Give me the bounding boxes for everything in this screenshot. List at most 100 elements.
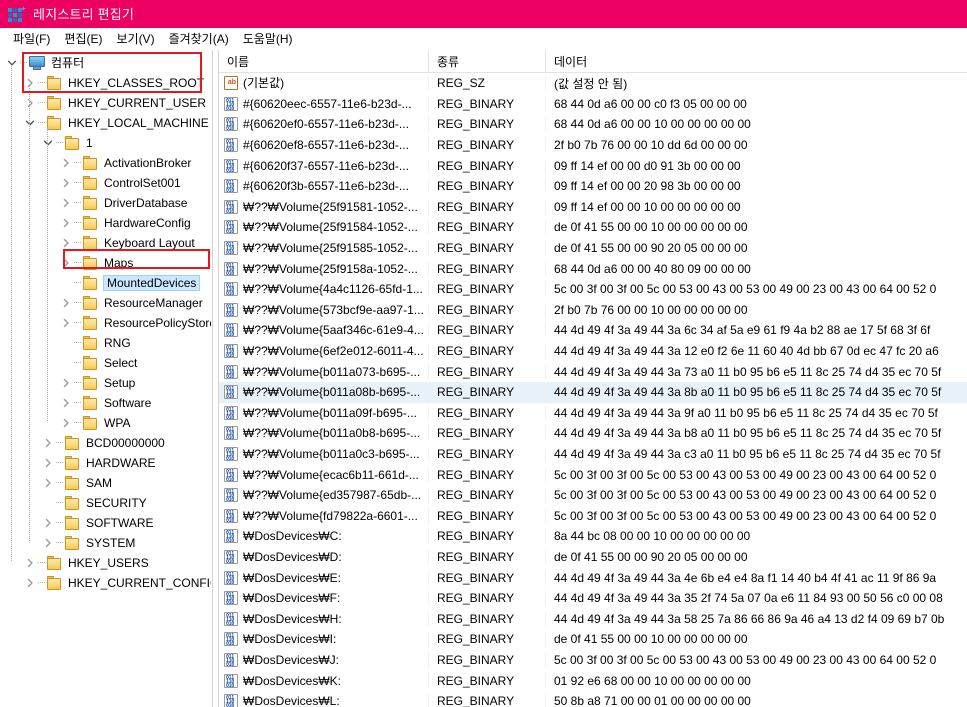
tree-item-bcd00000000[interactable]: BCD00000000 — [0, 433, 211, 453]
tree-item-컴퓨터[interactable]: 컴퓨터 — [0, 53, 211, 73]
menu-favorites[interactable]: 즐겨찾기(A) — [162, 28, 236, 49]
column-header-name[interactable]: 이름 — [219, 50, 429, 73]
registry-values-pane[interactable]: 이름 종류 데이터 ab (기본값) REG_SZ (값 설정 안 됨) 011 110 0… — [219, 50, 967, 707]
value-name-cell[interactable]: 011 110 010 ₩DosDevices₩H: — [219, 611, 429, 626]
value-name-cell[interactable]: 011 110 010 ₩??₩Volume{573bcf9e-aa97-1... — [219, 302, 429, 317]
tree-item-controlset001[interactable]: ControlSet001 — [0, 173, 211, 193]
value-name-cell[interactable]: 011 110 010 ₩DosDevices₩K: — [219, 673, 429, 688]
value-row[interactable]: 011 110 010 ₩??₩Volume{573bcf9e-aa97-1... RE… — [219, 300, 967, 321]
value-name-cell[interactable]: 011 110 010 ₩??₩Volume{b011a0b8-b695-... — [219, 426, 429, 441]
value-name-cell[interactable]: ab (기본값) — [219, 76, 429, 91]
chevron-right-icon[interactable] — [40, 513, 56, 533]
value-name-cell[interactable]: 011 110 010 ₩DosDevices₩F: — [219, 591, 429, 606]
value-row[interactable]: 011 110 010 ₩??₩Volume{b011a073-b695-... REG… — [219, 361, 967, 382]
tree-item-security[interactable]: SECURITY — [0, 493, 211, 513]
chevron-right-icon[interactable] — [58, 253, 74, 273]
value-name-cell[interactable]: 011 110 010 ₩DosDevices₩J: — [219, 652, 429, 667]
tree-item-driverdatabase[interactable]: DriverDatabase — [0, 193, 211, 213]
menu-help[interactable]: 도움말(H) — [236, 28, 300, 49]
value-row[interactable]: 011 110 010 ₩DosDevices₩E: REG_BINARY 44 4d 4… — [219, 567, 967, 588]
chevron-right-icon[interactable] — [22, 553, 38, 573]
menu-view[interactable]: 보기(V) — [109, 28, 161, 49]
value-row[interactable]: 011 110 010 ₩??₩Volume{25f91585-1052-... REG… — [219, 238, 967, 259]
value-row[interactable]: 011 110 010 ₩??₩Volume{fd79822a-6601-... REG… — [219, 505, 967, 526]
tree-item-activationbroker[interactable]: ActivationBroker — [0, 153, 211, 173]
value-name-cell[interactable]: 011 110 010 ₩DosDevices₩D: — [219, 549, 429, 564]
value-name-cell[interactable]: 011 110 010 #{60620f3b-6557-11e6-b23d-... — [219, 179, 429, 194]
value-row[interactable]: 011 110 010 ₩DosDevices₩K: REG_BINARY 01 92 e… — [219, 670, 967, 691]
value-row[interactable]: 011 110 010 #{60620f37-6557-11e6-b23d-... RE… — [219, 155, 967, 176]
menu-edit[interactable]: 편집(E) — [57, 28, 109, 49]
column-header-type[interactable]: 종류 — [429, 50, 546, 73]
value-name-cell[interactable]: 011 110 010 #{60620f37-6557-11e6-b23d-... — [219, 158, 429, 173]
chevron-right-icon[interactable] — [22, 573, 38, 593]
chevron-right-icon[interactable] — [40, 433, 56, 453]
value-name-cell[interactable]: 011 110 010 ₩??₩Volume{25f91584-1052-... — [219, 220, 429, 235]
tree-item-hkey-current-user[interactable]: HKEY_CURRENT_USER — [0, 93, 211, 113]
values-list[interactable]: ab (기본값) REG_SZ (값 설정 안 됨) 011 110 010 #{60620e… — [219, 73, 967, 707]
tree-item-mounteddevices[interactable]: MountedDevices — [0, 273, 211, 293]
chevron-right-icon[interactable] — [58, 173, 74, 193]
value-name-cell[interactable]: 011 110 010 ₩??₩Volume{b011a08b-b695-... — [219, 385, 429, 400]
pane-splitter[interactable] — [212, 50, 219, 707]
value-row[interactable]: 011 110 010 ₩??₩Volume{6ef2e012-6011-4... RE… — [219, 341, 967, 362]
value-row[interactable]: 011 110 010 ₩??₩Volume{b011a0c3-b695-... REG… — [219, 444, 967, 465]
value-row[interactable]: 011 110 010 ₩DosDevices₩I: REG_BINARY de 0f 4… — [219, 629, 967, 650]
value-row[interactable]: 011 110 010 ₩??₩Volume{ecac6b11-661d-... REG… — [219, 464, 967, 485]
chevron-right-icon[interactable] — [58, 233, 74, 253]
chevron-right-icon[interactable] — [58, 413, 74, 433]
tree-item-hkey-classes-root[interactable]: HKEY_CLASSES_ROOT — [0, 73, 211, 93]
value-name-cell[interactable]: 011 110 010 #{60620ef0-6557-11e6-b23d-... — [219, 117, 429, 132]
chevron-right-icon[interactable] — [58, 213, 74, 233]
value-name-cell[interactable]: 011 110 010 ₩DosDevices₩C: — [219, 529, 429, 544]
value-name-cell[interactable]: 011 110 010 #{60620ef8-6557-11e6-b23d-... — [219, 138, 429, 153]
value-row[interactable]: 011 110 010 ₩??₩Volume{4a4c1126-65fd-1... RE… — [219, 279, 967, 300]
menu-file[interactable]: 파일(F) — [6, 28, 57, 49]
chevron-right-icon[interactable] — [58, 193, 74, 213]
value-name-cell[interactable]: 011 110 010 ₩??₩Volume{b011a0c3-b695-... — [219, 446, 429, 461]
tree-item-rng[interactable]: RNG — [0, 333, 211, 353]
chevron-right-icon[interactable] — [58, 373, 74, 393]
value-row[interactable]: 011 110 010 ₩??₩Volume{5aaf346c-61e9-4... RE… — [219, 320, 967, 341]
column-header-data[interactable]: 데이터 — [546, 50, 967, 73]
chevron-right-icon[interactable] — [40, 473, 56, 493]
tree-item-keyboard-layout[interactable]: Keyboard Layout — [0, 233, 211, 253]
value-row[interactable]: 011 110 010 #{60620ef0-6557-11e6-b23d-... RE… — [219, 114, 967, 135]
value-name-cell[interactable]: 011 110 010 ₩??₩Volume{b011a09f-b695-... — [219, 405, 429, 420]
tree-item-hardwareconfig[interactable]: HardwareConfig — [0, 213, 211, 233]
value-row[interactable]: 011 110 010 ₩DosDevices₩D: REG_BINARY de 0f 4… — [219, 547, 967, 568]
tree-item-software[interactable]: Software — [0, 393, 211, 413]
tree-item-hkey-current-config[interactable]: HKEY_CURRENT_CONFIG — [0, 573, 211, 593]
tree-item-1[interactable]: 1 — [0, 133, 211, 153]
tree-item-resourcepolicystore[interactable]: ResourcePolicyStore — [0, 313, 211, 333]
value-name-cell[interactable]: 011 110 010 ₩??₩Volume{25f91585-1052-... — [219, 241, 429, 256]
value-row[interactable]: 011 110 010 ₩DosDevices₩J: REG_BINARY 5c 00 3… — [219, 650, 967, 671]
chevron-down-icon[interactable] — [40, 133, 56, 153]
chevron-right-icon[interactable] — [22, 73, 38, 93]
tree-item-select[interactable]: Select — [0, 353, 211, 373]
value-row[interactable]: 011 110 010 #{60620eec-6557-11e6-b23d-... RE… — [219, 94, 967, 115]
value-row[interactable]: ab (기본값) REG_SZ (값 설정 안 됨) — [219, 73, 967, 94]
chevron-right-icon[interactable] — [58, 393, 74, 413]
chevron-right-icon[interactable] — [40, 453, 56, 473]
tree-item-hkey-local-machine[interactable]: HKEY_LOCAL_MACHINE — [0, 113, 211, 133]
chevron-down-icon[interactable] — [22, 113, 38, 133]
tree-item-setup[interactable]: Setup — [0, 373, 211, 393]
tree-item-sam[interactable]: SAM — [0, 473, 211, 493]
chevron-right-icon[interactable] — [58, 313, 74, 333]
tree-item-software[interactable]: SOFTWARE — [0, 513, 211, 533]
value-name-cell[interactable]: 011 110 010 ₩??₩Volume{fd79822a-6601-... — [219, 508, 429, 523]
value-row[interactable]: 011 110 010 ₩DosDevices₩L: REG_BINARY 50 8b a… — [219, 691, 967, 707]
value-row[interactable]: 011 110 010 ₩??₩Volume{b011a0b8-b695-... REG… — [219, 423, 967, 444]
tree-item-hardware[interactable]: HARDWARE — [0, 453, 211, 473]
value-name-cell[interactable]: 011 110 010 #{60620eec-6557-11e6-b23d-... — [219, 96, 429, 111]
value-name-cell[interactable]: 011 110 010 ₩DosDevices₩I: — [219, 632, 429, 647]
value-row[interactable]: 011 110 010 #{60620f3b-6557-11e6-b23d-... RE… — [219, 176, 967, 197]
value-row[interactable]: 011 110 010 ₩DosDevices₩F: REG_BINARY 44 4d 4… — [219, 588, 967, 609]
value-name-cell[interactable]: 011 110 010 ₩??₩Volume{5aaf346c-61e9-4... — [219, 323, 429, 338]
value-name-cell[interactable]: 011 110 010 ₩??₩Volume{25f91581-1052-... — [219, 199, 429, 214]
value-name-cell[interactable]: 011 110 010 ₩??₩Volume{ecac6b11-661d-... — [219, 467, 429, 482]
chevron-right-icon[interactable] — [58, 293, 74, 313]
tree-item-resourcemanager[interactable]: ResourceManager — [0, 293, 211, 313]
value-name-cell[interactable]: 011 110 010 ₩??₩Volume{25f9158a-1052-... — [219, 261, 429, 276]
